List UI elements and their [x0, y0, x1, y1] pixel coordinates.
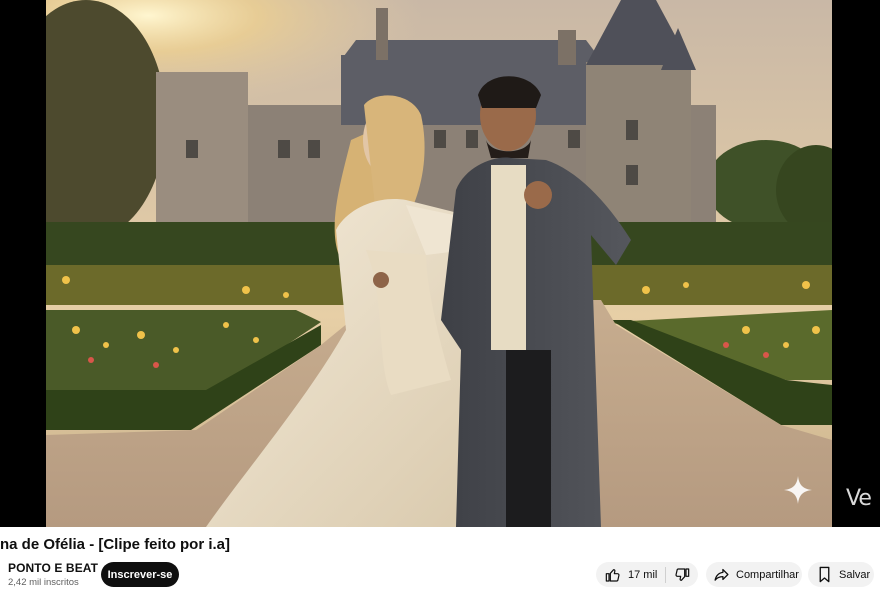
share-button[interactable]: Compartilhar	[706, 562, 802, 587]
bookmark-icon	[815, 566, 833, 584]
save-label: Salvar	[839, 568, 871, 581]
subscribe-button[interactable]: Inscrever-se	[101, 562, 179, 587]
dislike-button[interactable]	[666, 562, 698, 587]
thumbs-down-icon	[673, 566, 691, 584]
channel-name[interactable]: PONTO E BEAT	[8, 561, 98, 575]
video-frame[interactable]	[46, 0, 832, 527]
like-count: 17 mil	[628, 568, 658, 581]
video-title: na de Ofélia - [Clipe feito por i.a]	[0, 536, 231, 553]
sparkle-icon	[784, 476, 812, 504]
video-thumbnail-scene	[46, 0, 832, 527]
share-label: Compartilhar	[736, 568, 799, 581]
thumbs-up-icon	[604, 566, 622, 584]
like-button[interactable]: 17 mil	[596, 562, 665, 587]
subscriber-count: 2,42 mil inscritos	[8, 577, 79, 588]
share-arrow-icon	[712, 566, 730, 584]
like-dislike-group: 17 mil	[596, 562, 698, 587]
save-button[interactable]: Salvar	[808, 562, 874, 587]
video-player[interactable]: Ve	[0, 0, 880, 527]
watermark-text: Ve	[846, 486, 872, 511]
channel-info[interactable]: PONTO E BEAT 2,42 mil inscritos	[8, 561, 98, 588]
